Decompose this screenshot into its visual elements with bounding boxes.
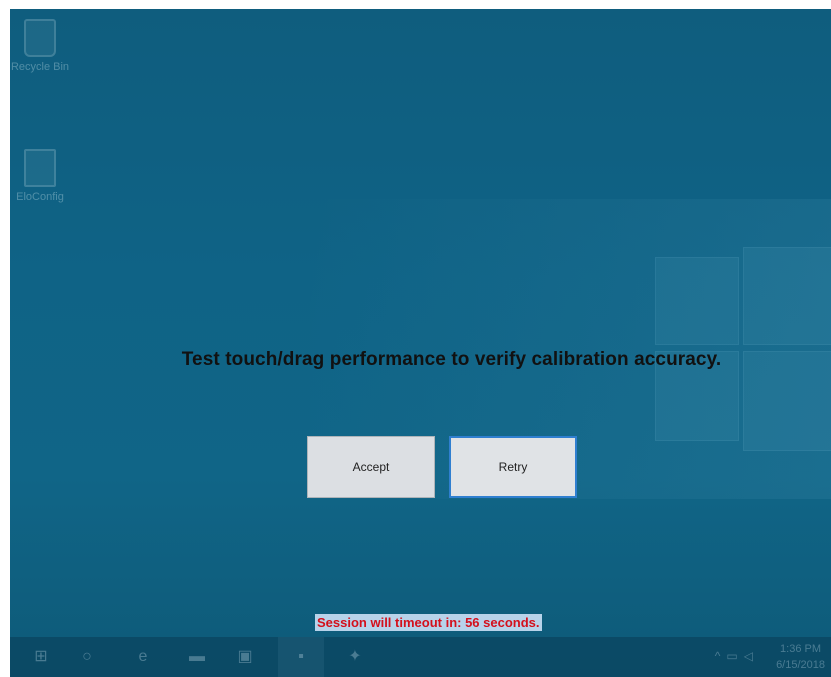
app-icon[interactable]: ▪: [292, 648, 310, 666]
wallpaper-logo-pane: [655, 257, 739, 345]
calibration-message: Test touch/drag performance to verify ca…: [10, 349, 831, 371]
chevron-up-icon[interactable]: ^: [715, 649, 727, 663]
desktop-icon-label: Recycle Bin: [10, 61, 70, 73]
session-timeout-text: Session will timeout in: 56 seconds.: [315, 614, 542, 631]
network-icon[interactable]: ▭: [726, 649, 743, 663]
cortana-icon[interactable]: ○: [78, 648, 96, 666]
clock-time: 1:36 PM: [780, 643, 822, 655]
accept-button[interactable]: Accept: [307, 436, 435, 498]
wallpaper-logo-pane: [743, 247, 831, 345]
volume-icon[interactable]: ◁: [744, 649, 759, 663]
clock-date: 6/15/2018: [776, 659, 825, 671]
app-icon: [24, 149, 56, 187]
system-tray-icons: ^▭◁: [715, 649, 759, 663]
start-icon[interactable]: ⊞: [32, 648, 50, 666]
edge-icon[interactable]: e: [134, 648, 152, 666]
calibration-message-text: Test touch/drag performance to verify ca…: [181, 349, 722, 370]
retry-button[interactable]: Retry: [449, 436, 577, 498]
store-icon[interactable]: ▣: [236, 648, 254, 666]
desktop-icon-label: EloConfig: [16, 191, 64, 203]
recycle-bin-icon: [24, 19, 56, 57]
clock[interactable]: 1:36 PM 6/15/2018: [776, 641, 825, 673]
desktop: Recycle Bin EloConfig Test touch/drag pe…: [10, 9, 831, 677]
settings-icon[interactable]: ✦: [346, 648, 364, 666]
file-explorer-icon[interactable]: ▬: [188, 648, 206, 666]
desktop-icon-recycle-bin[interactable]: Recycle Bin: [10, 19, 70, 73]
desktop-icon-eloconfig[interactable]: EloConfig: [10, 149, 70, 203]
taskbar: ⊞ ○ e ▬ ▣ ▪ ✦ ^▭◁ 1:36 PM 6/15/2018: [10, 637, 831, 677]
